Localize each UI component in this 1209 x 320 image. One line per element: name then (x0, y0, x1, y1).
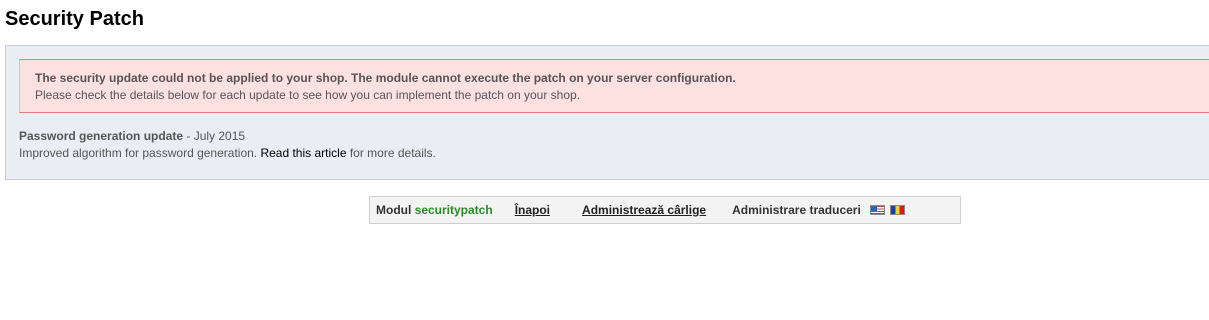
back-link[interactable]: Înapoi (515, 203, 550, 217)
update-item: Password generation update - July 2015 I… (19, 128, 436, 162)
module-toolbar: Modul securitypatch Înapoi Administrează… (369, 196, 961, 224)
update-description-text: Improved algorithm for password generati… (19, 146, 261, 160)
security-patch-panel: The security update could not be applied… (5, 45, 1209, 180)
error-alert: The security update could not be applied… (19, 59, 1209, 113)
update-description: Improved algorithm for password generati… (19, 145, 436, 162)
manage-translations-label: Administrare traduceri (732, 203, 861, 217)
us-flag-icon[interactable] (869, 205, 885, 215)
alert-title: The security update could not be applied… (35, 71, 736, 85)
alert-detail: Please check the details below for each … (35, 88, 581, 102)
manage-hooks-link[interactable]: Administrează cârlige (582, 203, 706, 217)
module-label: Modul securitypatch (376, 203, 493, 217)
read-article-link[interactable]: Read this article (260, 146, 346, 160)
update-date: - July 2015 (183, 129, 246, 143)
ro-flag-icon[interactable] (889, 205, 905, 215)
module-prefix: Modul (376, 203, 415, 217)
update-heading: Password generation update - July 2015 (19, 128, 436, 145)
page-title: Security Patch (5, 8, 144, 30)
module-name: securitypatch (414, 203, 493, 217)
update-description-suffix: for more details. (346, 146, 436, 160)
update-name: Password generation update (19, 129, 184, 143)
